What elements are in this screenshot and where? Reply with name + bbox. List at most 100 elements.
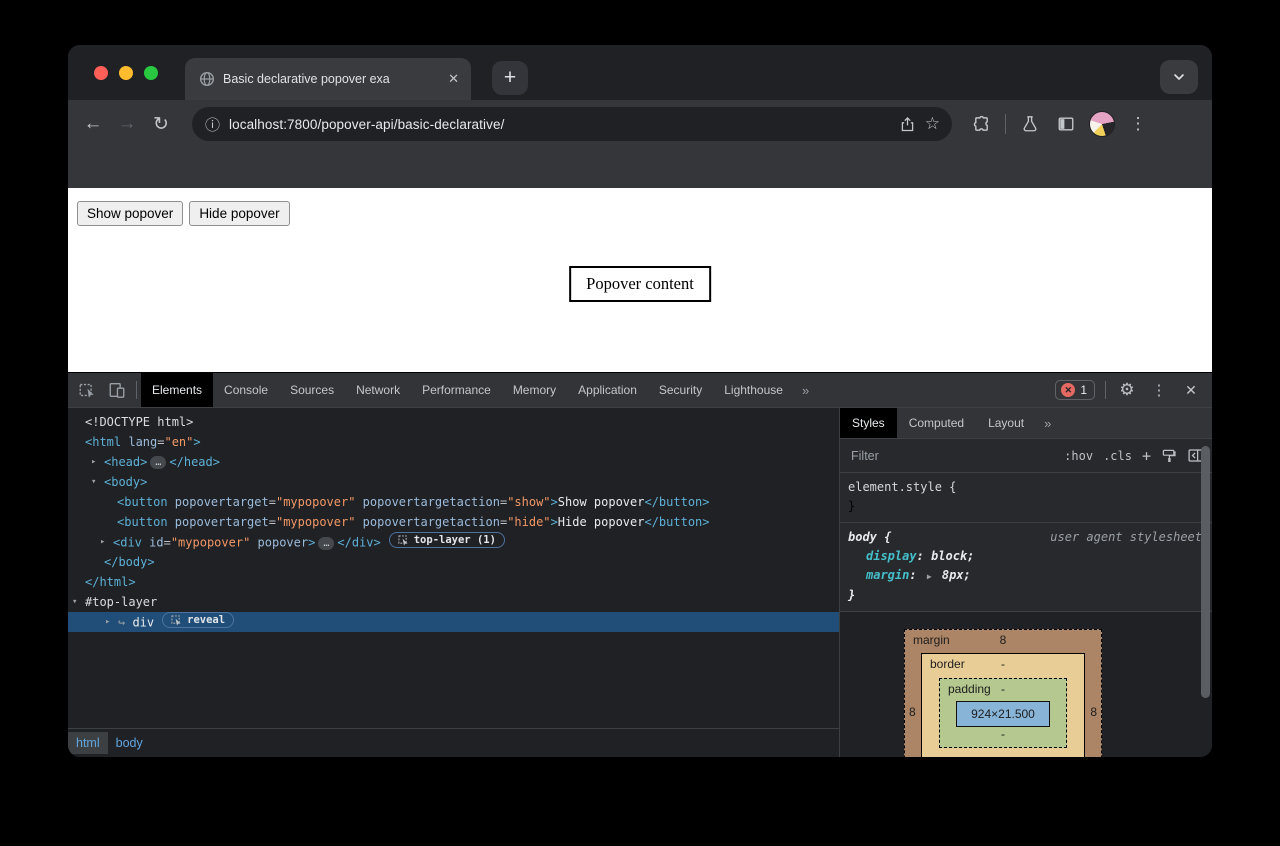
sidebar-scrollbar[interactable] (1201, 446, 1210, 698)
new-tab-button[interactable]: + (492, 61, 528, 95)
property-value[interactable]: 8px; (942, 568, 971, 582)
expand-arrow-icon[interactable]: ▸ (91, 452, 96, 472)
class-toggle[interactable]: .cls (1103, 449, 1132, 463)
reload-button[interactable]: ↻ (144, 107, 178, 141)
code-token: </div> (337, 536, 380, 550)
inspect-element-icon[interactable] (72, 377, 102, 403)
box-model-border[interactable]: border - padding - - 924×21.500 (921, 653, 1085, 757)
show-popover-button[interactable]: Show popover (77, 201, 183, 226)
sidebar-tab-computed[interactable]: Computed (897, 408, 976, 438)
expand-shorthand-icon[interactable]: ▶ (924, 572, 935, 581)
url-text[interactable]: localhost:7800/popover-api/basic-declara… (229, 117, 890, 132)
collapsed-children-ellipsis[interactable]: … (318, 537, 334, 550)
devtools-tab-bar: ElementsConsoleSourcesNetworkPerformance… (141, 373, 794, 407)
devtools-tab-elements[interactable]: Elements (141, 373, 213, 407)
box-model-content[interactable]: 924×21.500 (956, 701, 1050, 727)
devtools-tab-console[interactable]: Console (213, 373, 279, 407)
devtools-close-icon[interactable]: ✕ (1176, 377, 1206, 403)
devtools-tab-sources[interactable]: Sources (279, 373, 345, 407)
property-name[interactable]: margin (866, 568, 909, 582)
padding-bottom-value[interactable]: - (940, 727, 1066, 741)
devtools-tab-application[interactable]: Application (567, 373, 648, 407)
dom-tree-node[interactable]: ▸<head>…</head> (68, 452, 839, 472)
address-bar[interactable]: ⓘ localhost:7800/popover-api/basic-decla… (192, 107, 952, 141)
collapsed-children-ellipsis[interactable]: … (150, 456, 166, 469)
more-panels-chevron[interactable]: » (794, 383, 817, 398)
popover-content: Popover content (569, 266, 711, 302)
reveal-badge[interactable]: reveal (162, 612, 234, 628)
new-style-rule-button[interactable]: + (1142, 447, 1151, 465)
error-badge[interactable]: ✕ 1 (1055, 380, 1095, 400)
devtools-tab-memory[interactable]: Memory (502, 373, 567, 407)
browser-tab[interactable]: Basic declarative popover exa ✕ (185, 58, 471, 100)
collapse-arrow-icon[interactable]: ▾ (72, 592, 77, 612)
dom-tree-node[interactable]: <button popovertarget="mypopover" popove… (68, 492, 839, 512)
reveal-badge-label: reveal (187, 610, 225, 630)
dom-tree-node[interactable]: <!DOCTYPE html> (68, 412, 839, 432)
margin-top-value[interactable]: 8 (905, 633, 1101, 647)
zoom-window-button[interactable] (144, 66, 158, 80)
property-name[interactable]: display (866, 549, 917, 563)
code-token: popovertargetaction (355, 495, 500, 509)
top-layer-badge[interactable]: top-layer (1) (389, 532, 505, 548)
devtools-menu-kebab-icon[interactable]: ⋮ (1144, 377, 1174, 403)
devtools-tab-performance[interactable]: Performance (411, 373, 502, 407)
side-panel-icon[interactable] (1051, 109, 1081, 139)
css-property[interactable]: margin: ▶ 8px; (840, 566, 1212, 586)
devtools-tab-security[interactable]: Security (648, 373, 713, 407)
dom-tree-node[interactable]: ▾<body> (68, 472, 839, 492)
breadcrumb-body[interactable]: body (108, 732, 151, 754)
css-property[interactable]: display: block; (840, 547, 1212, 566)
back-button[interactable]: ← (76, 107, 110, 141)
styles-filter-input[interactable]: Filter (851, 449, 1054, 463)
tab-strip: Basic declarative popover exa ✕ + (68, 45, 1212, 100)
dom-tree-node[interactable]: <button popovertarget="mypopover" popove… (68, 512, 839, 532)
experiments-flask-icon[interactable] (1015, 109, 1045, 139)
sidebar-tab-layout[interactable]: Layout (976, 408, 1036, 438)
site-info-icon[interactable]: ⓘ (205, 114, 220, 135)
code-token: <head> (104, 455, 147, 469)
rule-selector[interactable]: element.style { (848, 480, 956, 494)
share-icon[interactable] (899, 116, 916, 133)
dom-tree-node[interactable]: </body> (68, 552, 839, 572)
property-value[interactable]: block; (931, 549, 974, 563)
more-sidebar-tabs-chevron[interactable]: » (1036, 408, 1059, 438)
device-toolbar-icon[interactable] (102, 377, 132, 403)
bookmark-star-icon[interactable]: ☆ (925, 114, 940, 134)
rendering-brush-icon[interactable] (1161, 448, 1177, 464)
dom-tree-node[interactable]: </html> (68, 572, 839, 592)
expand-arrow-icon[interactable]: ▸ (105, 612, 110, 632)
browser-menu-kebab-icon[interactable]: ⋮ (1123, 109, 1153, 139)
devtools-settings-gear-icon[interactable]: ⚙ (1112, 377, 1142, 403)
padding-top-value[interactable]: - (940, 682, 1066, 696)
margin-right-value[interactable]: 8 (1090, 705, 1097, 719)
dom-tree-node[interactable]: ▸<div id="mypopover" popover>…</div>top-… (68, 532, 839, 552)
pseudo-state-toggle[interactable]: :hov (1064, 449, 1093, 463)
tab-search-chevron-button[interactable] (1160, 60, 1198, 94)
tab-close-icon[interactable]: ✕ (446, 71, 461, 87)
style-rule: body {user agent stylesheetdisplay: bloc… (840, 523, 1212, 612)
profile-avatar[interactable] (1087, 109, 1117, 139)
devtools-tab-network[interactable]: Network (345, 373, 411, 407)
box-model-margin[interactable]: margin 8 8 8 - - - - border - padding (904, 629, 1102, 757)
code-token: "mypopover" (171, 536, 250, 550)
dom-tree-node[interactable]: ▾ #top-layer (68, 592, 839, 612)
breadcrumb-html[interactable]: html (68, 732, 108, 754)
close-window-button[interactable] (94, 66, 108, 80)
extensions-puzzle-icon[interactable] (966, 109, 996, 139)
elements-tree-pane: <!DOCTYPE html><html lang="en">▸<head>…<… (68, 408, 840, 757)
devtools-tab-lighthouse[interactable]: Lighthouse (713, 373, 794, 407)
collapse-arrow-icon[interactable]: ▾ (91, 472, 96, 492)
code-token: #top-layer (85, 595, 157, 609)
minimize-window-button[interactable] (119, 66, 133, 80)
rule-selector[interactable]: body { (848, 530, 891, 544)
hide-popover-button[interactable]: Hide popover (189, 201, 289, 226)
dom-tree-node[interactable]: <html lang="en"> (68, 432, 839, 452)
dom-tree-node[interactable]: ▸↪ divreveal (68, 612, 839, 632)
margin-left-value[interactable]: 8 (909, 705, 916, 719)
box-model-padding[interactable]: padding - - 924×21.500 (939, 678, 1067, 748)
border-top-value[interactable]: - (922, 657, 1084, 671)
expand-arrow-icon[interactable]: ▸ (100, 532, 105, 552)
code-token: </body> (104, 555, 155, 569)
sidebar-tab-styles[interactable]: Styles (840, 408, 897, 438)
